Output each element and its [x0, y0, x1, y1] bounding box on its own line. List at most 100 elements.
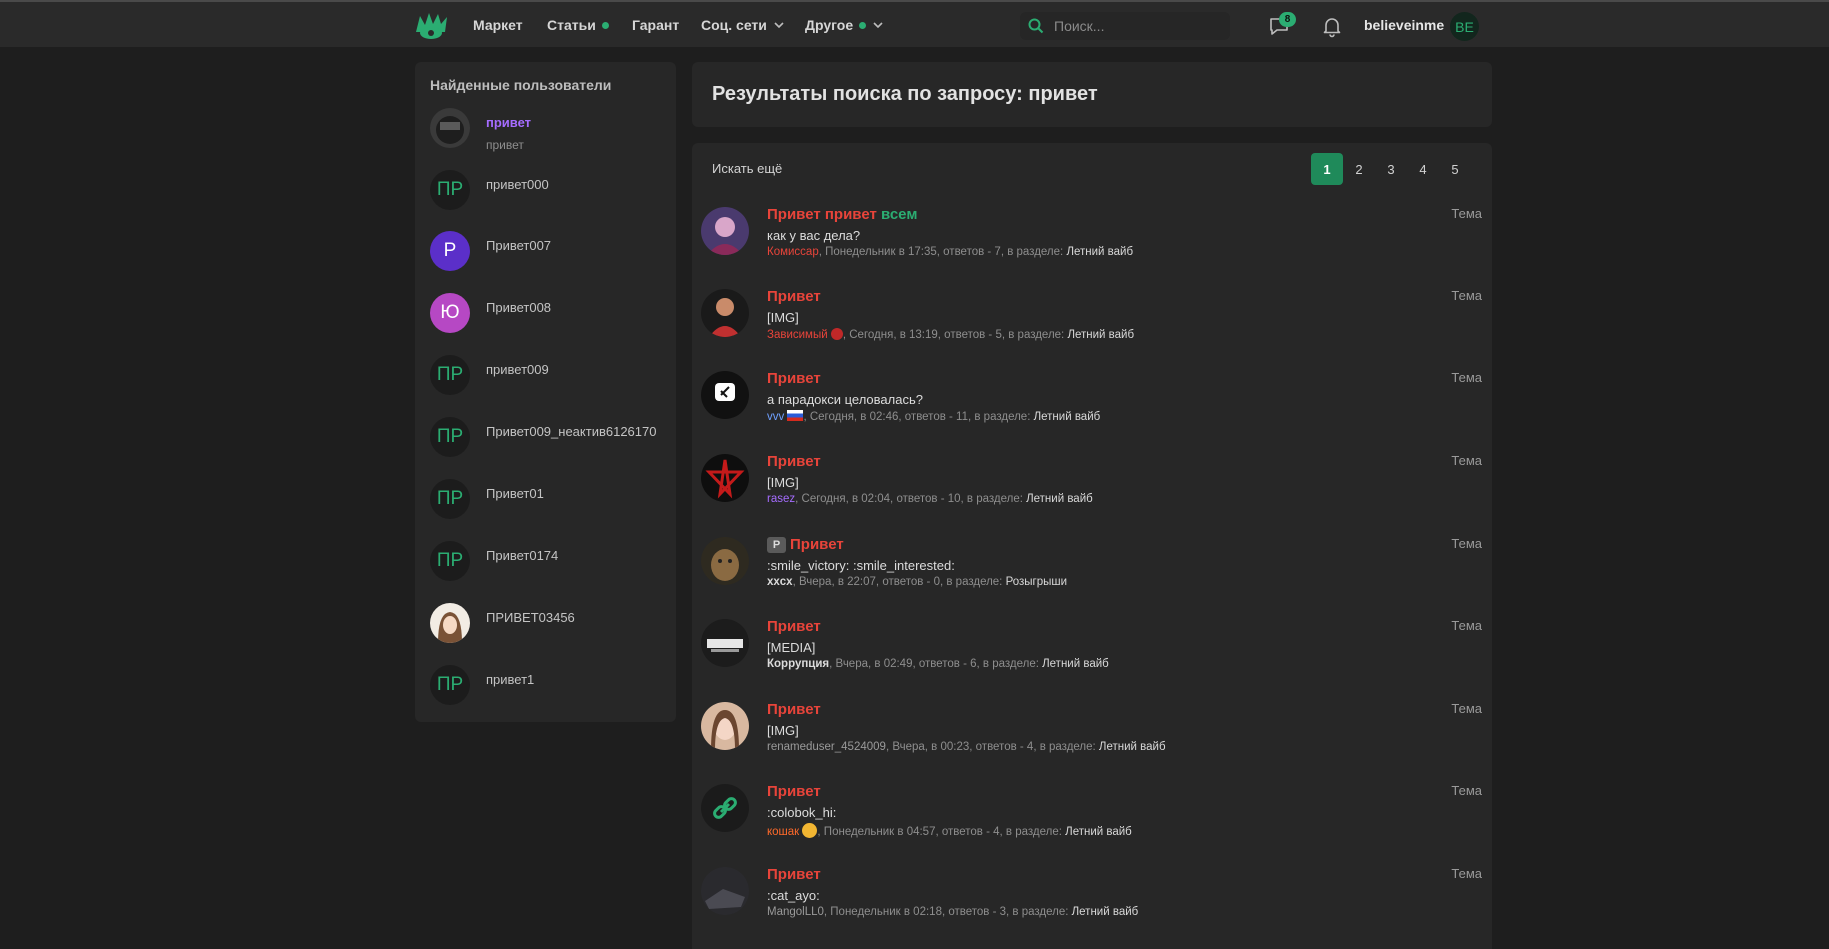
result-section[interactable]: Розыгрыши: [1006, 576, 1067, 588]
result-title[interactable]: Привет: [767, 866, 821, 883]
author-avatar[interactable]: [701, 454, 749, 502]
result-snippet: :cat_ayo:: [767, 888, 820, 903]
user-result-row[interactable]: ПРИВЕТ03456: [430, 603, 670, 647]
found-users-panel: Найденные пользователи привет привет ПР …: [415, 62, 676, 722]
search-result-item[interactable]: Привет [MEDIA] Коррупция, Вчера, в 02:49…: [692, 618, 1492, 700]
search-result-item[interactable]: Привет :cat_ayo: MangolLL0, Понедельник …: [692, 866, 1492, 948]
page-button-3[interactable]: 3: [1375, 153, 1407, 185]
search-result-item[interactable]: Привет [IMG] rasez, Сегодня, в 02:04, от…: [692, 453, 1492, 535]
result-title-highlight: всем: [880, 206, 918, 223]
cat-emoji-icon: [802, 823, 818, 838]
user-result-row[interactable]: привет привет: [430, 108, 670, 152]
nav-articles[interactable]: Статьи: [547, 17, 609, 33]
user-name: Привет007: [486, 238, 552, 253]
user-result-row[interactable]: ПР привет1: [430, 665, 670, 709]
user-avatar-initials: ПР: [430, 355, 470, 395]
result-section[interactable]: Летний вайб: [1066, 246, 1133, 258]
user-name: привет: [486, 115, 532, 130]
result-author[interactable]: MangolLL0: [767, 906, 824, 918]
result-section[interactable]: Летний вайб: [1042, 658, 1109, 670]
user-result-row[interactable]: ПР Привет0174: [430, 541, 670, 585]
site-logo-icon[interactable]: [414, 10, 450, 42]
result-title[interactable]: Привет: [767, 288, 821, 305]
nav-other-dropdown[interactable]: Другое: [805, 17, 884, 33]
user-name: ПРИВЕТ03456: [486, 610, 575, 625]
nav-market[interactable]: Маркет: [473, 17, 523, 33]
user-result-row[interactable]: ПР привет009: [430, 355, 670, 399]
user-result-row[interactable]: ПР привет000: [430, 170, 670, 214]
search-result-item[interactable]: Привет а парадокси целовалась? vvv , Сег…: [692, 370, 1492, 452]
search-input[interactable]: [1054, 18, 1214, 34]
result-snippet: а парадокси целовалась?: [767, 392, 923, 407]
result-title[interactable]: Привет: [767, 453, 821, 470]
result-type-label: Тема: [1451, 866, 1482, 881]
author-avatar[interactable]: [701, 784, 749, 832]
page-button-4[interactable]: 4: [1407, 153, 1439, 185]
result-author[interactable]: кошак: [767, 826, 799, 838]
user-name: Привет008: [486, 300, 552, 315]
result-title[interactable]: Привет: [767, 618, 821, 635]
result-author[interactable]: Зависимый: [767, 329, 828, 341]
result-author[interactable]: vvv: [767, 411, 784, 423]
result-author[interactable]: Комиссар: [767, 246, 819, 258]
result-meta: renameduser_4524009, Вчера, в 00:23, отв…: [767, 741, 1166, 753]
search-more-link[interactable]: Искать ещё: [712, 161, 782, 176]
nav-social-dropdown[interactable]: Соц. сети: [701, 17, 785, 33]
user-result-row[interactable]: Р Привет007: [430, 231, 670, 275]
author-avatar[interactable]: [701, 207, 749, 255]
result-author[interactable]: renameduser_4524009: [767, 741, 886, 753]
user-result-row[interactable]: ПР Привет009_неактив6126170: [430, 417, 670, 461]
user-result-row[interactable]: ПР Привет01: [430, 479, 670, 523]
bell-icon[interactable]: [1320, 14, 1344, 38]
result-author[interactable]: rasez: [767, 493, 795, 505]
user-avatar-initials: ПР: [430, 541, 470, 581]
result-type-label: Тема: [1451, 288, 1482, 303]
result-title[interactable]: Привет привет всем: [767, 206, 917, 223]
result-meta: xxcx, Вчера, в 22:07, ответов - 0, в раз…: [767, 576, 1067, 588]
search-result-item[interactable]: Привет привет всем как у вас дела? Комис…: [692, 206, 1492, 288]
author-avatar[interactable]: [701, 702, 749, 750]
result-snippet: :colobok_hi:: [767, 805, 837, 820]
user-avatar[interactable]: BE: [1450, 12, 1479, 41]
search-box[interactable]: [1020, 12, 1230, 40]
search-result-item[interactable]: Привет :colobok_hi: кошак , Понедельник …: [692, 783, 1492, 865]
page-button-5[interactable]: 5: [1439, 153, 1471, 185]
user-avatar-initials: Р: [430, 231, 470, 271]
result-section[interactable]: Летний вайб: [1072, 906, 1139, 918]
result-snippet: :smile_victory: :smile_interested:: [767, 558, 955, 573]
author-avatar[interactable]: [701, 619, 749, 667]
page-title: Результаты поиска по запросу: привет: [712, 83, 1098, 105]
found-users-title: Найденные пользователи: [430, 77, 612, 93]
search-result-item[interactable]: P Привет :smile_victory: :smile_intereste…: [692, 536, 1492, 618]
prefix-badge: P: [767, 537, 786, 553]
result-meta: Коррупция, Вчера, в 02:49, ответов - 6, …: [767, 658, 1109, 670]
result-meta: rasez, Сегодня, в 02:04, ответов - 10, в…: [767, 493, 1093, 505]
author-avatar[interactable]: [701, 371, 749, 419]
result-section[interactable]: Летний вайб: [1065, 826, 1132, 838]
result-title[interactable]: Привет: [767, 701, 821, 718]
result-meta: Зависимый , Сегодня, в 13:19, ответов - …: [767, 328, 1134, 341]
author-avatar[interactable]: [701, 537, 749, 585]
search-result-item[interactable]: Привет [IMG] renameduser_4524009, Вчера,…: [692, 701, 1492, 783]
author-avatar[interactable]: [701, 867, 749, 915]
page-button-2[interactable]: 2: [1343, 153, 1375, 185]
result-author[interactable]: Коррупция: [767, 658, 829, 670]
messages-count-badge: 8: [1279, 12, 1296, 27]
result-section[interactable]: Летний вайб: [1067, 329, 1134, 341]
author-avatar[interactable]: [701, 289, 749, 337]
search-result-item[interactable]: Привет [IMG] Зависимый , Сегодня, в 13:1…: [692, 288, 1492, 370]
result-section[interactable]: Летний вайб: [1099, 741, 1166, 753]
result-author[interactable]: xxcx: [767, 576, 793, 588]
result-title[interactable]: Привет: [767, 370, 821, 387]
nav-other-label: Другое: [805, 17, 854, 33]
result-type-label: Тема: [1451, 701, 1482, 716]
result-title[interactable]: Привет: [767, 783, 821, 800]
result-section[interactable]: Летний вайб: [1034, 411, 1101, 423]
nav-guarantor[interactable]: Гарант: [632, 17, 679, 33]
current-username[interactable]: believeinme: [1364, 17, 1444, 33]
page-button-1[interactable]: 1: [1311, 153, 1343, 185]
search-heading-card: Результаты поиска по запросу: привет: [692, 62, 1492, 127]
user-result-row[interactable]: Ю Привет008: [430, 293, 670, 337]
result-section[interactable]: Летний вайб: [1026, 493, 1093, 505]
result-title[interactable]: P Привет: [767, 536, 844, 553]
